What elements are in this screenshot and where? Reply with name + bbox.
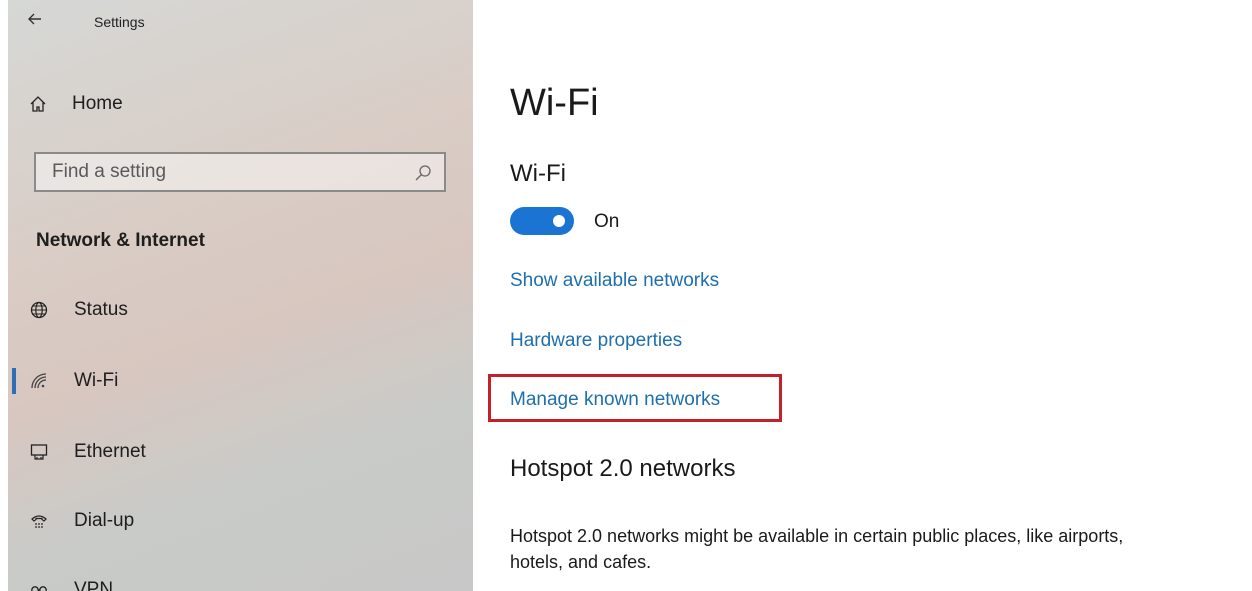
sidebar-item-label: Wi-Fi: [74, 370, 119, 391]
hotspot-title: Hotspot 2.0 networks: [510, 455, 736, 482]
ethernet-icon: [28, 441, 50, 463]
dialup-icon: [28, 510, 50, 532]
search-box: [34, 152, 446, 192]
sidebar-item-ethernet[interactable]: Ethernet: [28, 435, 448, 469]
sidebar-item-label: Status: [74, 299, 128, 320]
page-title: Wi-Fi: [510, 82, 599, 124]
globe-icon: [28, 299, 50, 321]
highlight-box: [488, 374, 782, 422]
home-icon: [28, 94, 48, 114]
title-bar: Settings: [8, 0, 473, 44]
sidebar-item-status[interactable]: Status: [28, 293, 448, 327]
wifi-toggle[interactable]: [510, 207, 574, 235]
search-icon[interactable]: [414, 164, 432, 182]
sidebar-item-label: Ethernet: [74, 441, 146, 462]
show-available-networks-link[interactable]: Show available networks: [510, 270, 719, 292]
sidebar-item-label: Dial-up: [74, 510, 135, 531]
wifi-icon: [28, 370, 50, 392]
search-input[interactable]: [36, 154, 394, 190]
toggle-state-label: On: [594, 211, 620, 232]
hotspot-description: Hotspot 2.0 networks might be available …: [510, 526, 1124, 572]
vpn-icon: [28, 579, 50, 591]
wifi-section-title: Wi-Fi: [510, 160, 566, 187]
toggle-knob: [553, 215, 565, 227]
sidebar: Settings Home Network & Internet Status …: [8, 0, 473, 591]
app-title: Settings: [94, 14, 145, 30]
back-arrow-icon[interactable]: [28, 10, 42, 31]
sidebar-item-label: VPN: [74, 579, 114, 591]
sidebar-item-dialup[interactable]: Dial-up: [28, 504, 448, 538]
section-title: Network & Internet: [36, 230, 205, 251]
hardware-properties-link[interactable]: Hardware properties: [510, 330, 682, 352]
home-nav-item[interactable]: Home: [28, 89, 123, 119]
sidebar-item-wifi[interactable]: Wi-Fi: [12, 364, 448, 398]
home-label: Home: [72, 93, 123, 114]
sidebar-item-vpn[interactable]: VPN: [28, 573, 448, 591]
